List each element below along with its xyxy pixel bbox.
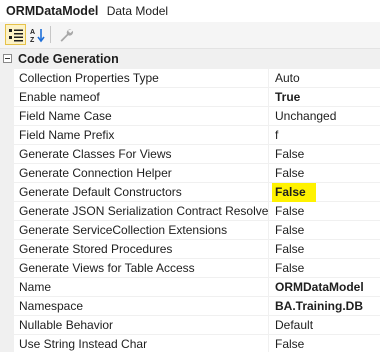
- categorized-view-button[interactable]: [5, 24, 26, 45]
- property-name: Field Name Case: [19, 109, 112, 123]
- property-row[interactable]: Name ORMDataModel: [14, 278, 380, 297]
- property-value[interactable]: False: [275, 240, 380, 259]
- property-value[interactable]: False: [275, 259, 380, 278]
- property-name: Generate Views for Table Access: [19, 261, 195, 275]
- property-value[interactable]: False: [275, 202, 380, 221]
- wrench-icon: [60, 28, 73, 42]
- property-row[interactable]: Generate Connection Helper False: [14, 164, 380, 183]
- object-name: ORMDataModel: [6, 4, 99, 18]
- property-value[interactable]: Unchanged: [275, 107, 380, 126]
- property-name: Use String Instead Char: [19, 337, 148, 351]
- property-name: Generate JSON Serialization Contract Res…: [19, 204, 269, 218]
- property-name: Nullable Behavior: [19, 318, 114, 332]
- property-value[interactable]: Default: [275, 316, 380, 335]
- property-row[interactable]: Use String Instead Char False: [14, 335, 380, 352]
- property-row[interactable]: Field Name Case Unchanged: [14, 107, 380, 126]
- object-type: Data Model: [106, 4, 169, 18]
- property-name: Generate Default Constructors: [19, 185, 182, 199]
- property-name: Field Name Prefix: [19, 128, 115, 142]
- property-value[interactable]: f: [275, 126, 380, 145]
- property-name: Generate Stored Procedures: [19, 242, 173, 256]
- category-row[interactable]: Code Generation: [0, 49, 380, 69]
- property-row[interactable]: Nullable Behavior Default: [14, 316, 380, 335]
- property-value[interactable]: BA.Training.DB: [275, 297, 380, 316]
- property-row[interactable]: Generate Classes For Views False: [14, 145, 380, 164]
- property-row[interactable]: Generate Views for Table Access False: [14, 259, 380, 278]
- property-row[interactable]: Generate Stored Procedures False: [14, 240, 380, 259]
- property-row[interactable]: Namespace BA.Training.DB: [14, 297, 380, 316]
- property-value[interactable]: False: [275, 335, 380, 352]
- property-value[interactable]: True: [275, 88, 380, 107]
- property-value[interactable]: False: [275, 164, 380, 183]
- property-row[interactable]: Field Name Prefix f: [14, 126, 380, 145]
- property-grid: Code Generation Collection Properties Ty…: [0, 48, 380, 352]
- alphabetical-sort-button[interactable]: A Z: [27, 24, 48, 45]
- sort-az-icon: A Z: [30, 28, 45, 43]
- properties-toolbar: A Z: [0, 22, 380, 48]
- collapse-toggle-icon[interactable]: [3, 54, 12, 63]
- toolbar-separator: [50, 26, 51, 43]
- property-row[interactable]: Generate JSON Serialization Contract Res…: [14, 202, 380, 221]
- property-name: Generate Classes For Views: [19, 147, 172, 161]
- property-name: Collection Properties Type: [19, 71, 159, 85]
- property-name: Namespace: [19, 299, 84, 313]
- property-value[interactable]: False: [275, 221, 380, 240]
- grid-gutter: [0, 49, 14, 352]
- property-value[interactable]: False: [272, 183, 316, 202]
- property-pages-button[interactable]: [55, 24, 76, 45]
- property-value[interactable]: False: [275, 145, 380, 164]
- svg-text:A: A: [30, 29, 35, 36]
- property-row[interactable]: Enable nameof True: [14, 88, 380, 107]
- property-name: Generate Connection Helper: [19, 166, 172, 180]
- properties-header: ORMDataModel Data Model: [0, 0, 380, 22]
- category-label: Code Generation: [18, 52, 119, 66]
- property-row[interactable]: Generate ServiceCollection Extensions Fal…: [14, 221, 380, 240]
- property-row[interactable]: Collection Properties Type Auto: [14, 69, 380, 88]
- property-row[interactable]: Generate Default Constructors False: [14, 183, 380, 202]
- property-name: Generate ServiceCollection Extensions: [19, 223, 228, 237]
- property-value[interactable]: ORMDataModel: [275, 278, 380, 297]
- property-name: Enable nameof: [19, 90, 100, 104]
- property-rows: Collection Properties Type Auto Enable nam…: [14, 69, 380, 352]
- svg-text:Z: Z: [30, 37, 35, 43]
- property-value[interactable]: Auto: [275, 69, 380, 88]
- property-name: Name: [19, 280, 52, 294]
- categorized-icon: [8, 28, 23, 41]
